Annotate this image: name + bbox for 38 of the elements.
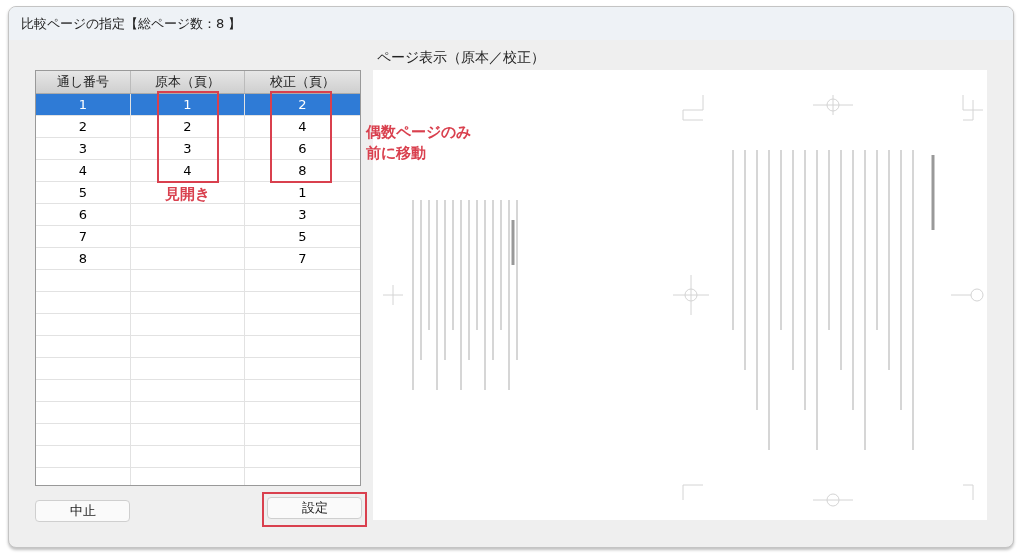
table-cell: 3 xyxy=(36,138,131,159)
preview-label: ページ表示（原本／校正） xyxy=(376,48,546,67)
table-row[interactable]: 1 1 2 xyxy=(36,94,360,116)
table-cell-text: 8 xyxy=(297,162,308,180)
annotation-label: 見開き xyxy=(165,184,210,205)
table-cell: 3 xyxy=(131,138,245,159)
table-cell: 6 xyxy=(36,204,131,225)
table-row[interactable]: 7 5 xyxy=(36,226,360,248)
annotation-label: 前に移動 xyxy=(366,143,426,164)
table-cell-text: 1 xyxy=(297,184,308,202)
table-cell: 4 xyxy=(36,160,131,181)
table-cell: 1 xyxy=(131,94,245,115)
table-cell-text: 5 xyxy=(297,228,308,246)
table-row[interactable]: 2 2 4 xyxy=(36,116,360,138)
table-row[interactable]: 5 見開き 1 xyxy=(36,182,360,204)
table-row[interactable]: 3 3 6 xyxy=(36,138,360,160)
window-title: 比較ページの指定【総ページ数：8 】 xyxy=(21,14,242,33)
table-cell-text: 6 xyxy=(297,140,308,158)
table-cell: 7 xyxy=(36,226,131,247)
table-cell-text: 7 xyxy=(297,250,308,268)
table-cell: 4 xyxy=(131,160,245,181)
table-cell-text: 4 xyxy=(297,118,308,136)
column-header: 校正（頁） xyxy=(269,73,336,91)
column-header: 通し番号 xyxy=(36,71,131,93)
table-cell-text: 2 xyxy=(297,96,308,114)
table-cell: 5 xyxy=(36,182,131,203)
table-row[interactable]: 8 7 xyxy=(36,248,360,270)
table-cell: 8 xyxy=(36,248,131,269)
dialog-button[interactable]: 中止 xyxy=(35,500,130,522)
dialog-button[interactable]: 設定 xyxy=(267,497,362,519)
table-row[interactable]: 4 4 8 xyxy=(36,160,360,182)
table-row[interactable]: 6 3 xyxy=(36,204,360,226)
annotation-label: 偶数ページのみ xyxy=(366,122,471,143)
column-header: 原本（頁） xyxy=(131,71,245,93)
table-cell-text: 3 xyxy=(297,206,308,224)
table-cell: 2 xyxy=(36,116,131,137)
table-cell: 2 xyxy=(131,116,245,137)
table-cell: 1 xyxy=(36,94,131,115)
